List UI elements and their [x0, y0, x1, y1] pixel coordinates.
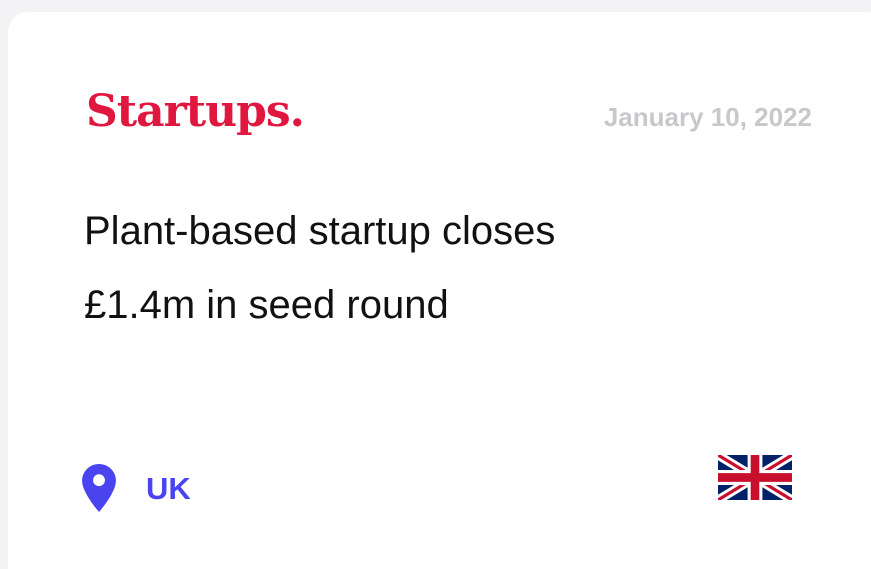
uk-flag-icon: [718, 455, 792, 500]
news-card[interactable]: Startups. January 10, 2022 Plant-based s…: [8, 12, 871, 569]
headline-line-2: £1.4m in seed round: [84, 283, 449, 327]
map-pin-icon: [82, 464, 116, 512]
publish-date: January 10, 2022: [603, 102, 812, 132]
headline-line-1: Plant-based startup closes: [84, 209, 556, 253]
article-headline[interactable]: Plant-based startup closes £1.4m in seed…: [84, 194, 724, 342]
location-label: UK: [146, 470, 191, 506]
publisher-logo: Startups.: [86, 86, 305, 137]
location-tag[interactable]: UK: [82, 458, 191, 518]
